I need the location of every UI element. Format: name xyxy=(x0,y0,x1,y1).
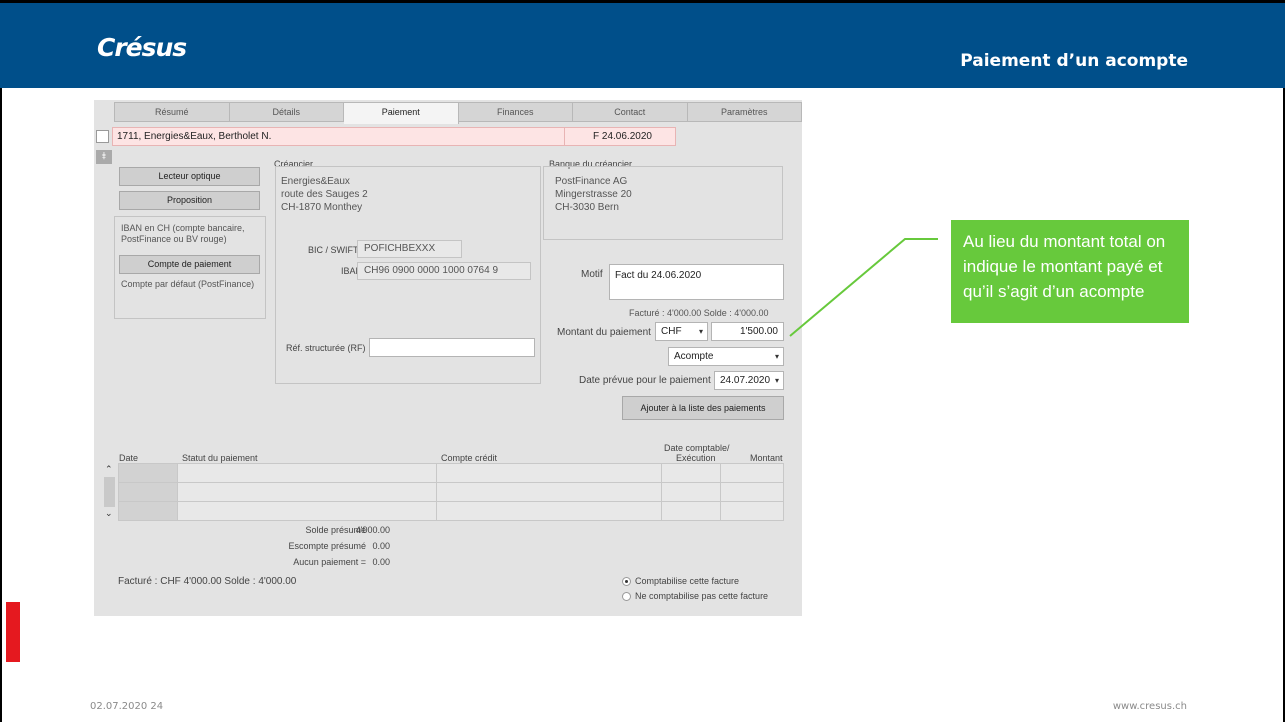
tab-contact[interactable]: Contact xyxy=(573,102,688,122)
header-bar: Crésus Paiement d’un acompte xyxy=(0,0,1285,88)
radio-comptabilise[interactable] xyxy=(622,577,631,586)
bank-line1: PostFinance AG xyxy=(555,176,628,187)
table-row-cell[interactable] xyxy=(720,501,784,521)
chevron-down-icon[interactable]: ⌄ xyxy=(105,508,113,519)
lecteur-optique-button[interactable]: Lecteur optique xyxy=(119,167,260,186)
col-amount: Montant xyxy=(750,453,783,463)
col-account: Compte crédit xyxy=(441,453,498,463)
table-row-cell[interactable] xyxy=(177,482,437,502)
chevron-down-icon: ▾ xyxy=(774,352,779,361)
summary-value-1: 4'000.00 xyxy=(355,525,390,535)
payment-type-value: Acompte xyxy=(674,351,714,362)
radio-comptabilise-label[interactable]: Comptabilise cette facture xyxy=(635,576,739,586)
proposition-button[interactable]: Proposition xyxy=(119,191,260,210)
callout-line3: qu’il s’agit d’un acompte xyxy=(963,282,1145,301)
summary-value-2: 0.00 xyxy=(372,541,390,551)
creditor-line1: Energies&Eaux xyxy=(281,176,350,187)
footer-date-page: 02.07.2020 24 xyxy=(90,701,164,712)
table-row-cell[interactable] xyxy=(661,463,721,483)
creditor-line2: route des Sauges 2 xyxy=(281,189,368,200)
currency-select[interactable]: CHF ▾ xyxy=(655,322,708,341)
connector-line xyxy=(789,238,938,337)
callout-connector xyxy=(789,238,938,337)
payment-type-select[interactable]: Acompte ▾ xyxy=(668,347,784,366)
footer-website: www.cresus.ch xyxy=(1112,701,1187,712)
chevron-down-icon: ▾ xyxy=(698,327,703,336)
callout-line1: Au lieu du montant total on xyxy=(963,232,1166,251)
tab-resume[interactable]: Résumé xyxy=(114,102,230,122)
app-window: Résumé Détails Paiement Finances Contact… xyxy=(94,100,802,616)
col-date: Date xyxy=(119,453,139,463)
date-label: Date prévue pour le paiement xyxy=(579,375,711,386)
summary-value-3: 0.00 xyxy=(372,557,390,567)
bic-field[interactable]: POFICHBEXXX xyxy=(357,240,462,258)
table-row-cell[interactable] xyxy=(118,501,178,521)
motif-input[interactable]: Fact du 24.06.2020 xyxy=(609,264,784,300)
amount-input[interactable]: 1'500.00 xyxy=(711,322,784,341)
callout-line2: indique le montant payé et xyxy=(963,257,1163,276)
default-account-label: Compte par défaut (PostFinance) xyxy=(121,279,255,289)
amount-label: Montant du paiement xyxy=(557,327,651,338)
scrollbar-thumb[interactable] xyxy=(104,477,115,507)
cresus-logo: Crésus xyxy=(97,33,187,62)
iban-info-line2: PostFinance ou BV rouge) xyxy=(121,234,227,244)
chevron-down-icon: ▾ xyxy=(774,376,779,385)
radio-ne-comptabilise-pas[interactable] xyxy=(622,592,631,601)
record-invoice[interactable]: F 24.06.2020 xyxy=(564,127,676,146)
filter-icon[interactable]: ⯒ xyxy=(96,150,112,164)
creditor-line3: CH-1870 Monthey xyxy=(281,202,363,213)
currency-value: CHF xyxy=(661,326,682,337)
ref-label: Réf. structurée (RF) xyxy=(286,343,366,353)
motif-label: Motif xyxy=(581,269,603,280)
add-payment-button[interactable]: Ajouter à la liste des paiements xyxy=(622,396,784,420)
payments-table xyxy=(118,463,784,521)
bic-label: BIC / SWIFT xyxy=(308,245,359,255)
table-row-cell[interactable] xyxy=(661,482,721,502)
tab-parametres[interactable]: Paramètres xyxy=(687,102,802,122)
record-title[interactable]: 1711, Energies&Eaux, Bertholet N. xyxy=(112,127,565,146)
tab-paiement[interactable]: Paiement xyxy=(344,102,459,124)
table-row-cell[interactable] xyxy=(118,463,178,483)
radio-ne-comptabilise-pas-label[interactable]: Ne comptabilise pas cette facture xyxy=(635,591,768,601)
record-row: 1711, Energies&Eaux, Bertholet N. F 24.0… xyxy=(94,127,676,146)
col-execution-bottom: Exécution xyxy=(676,453,716,463)
red-marker xyxy=(6,602,20,662)
table-row-cell[interactable] xyxy=(661,501,721,521)
tab-finances[interactable]: Finances xyxy=(458,102,573,122)
table-row-cell[interactable] xyxy=(720,463,784,483)
tab-bar: Résumé Détails Paiement Finances Contact… xyxy=(114,102,802,124)
record-checkbox[interactable] xyxy=(96,130,109,143)
table-scrollbar[interactable]: ⌃ ⌄ xyxy=(104,463,116,521)
table-row-cell[interactable] xyxy=(177,501,437,521)
iban-info-line1: IBAN en CH (compte bancaire, xyxy=(121,223,245,233)
bank-line3: CH-3030 Bern xyxy=(555,202,619,213)
ref-input[interactable] xyxy=(369,338,535,357)
table-row-cell[interactable] xyxy=(436,463,662,483)
compte-paiement-button[interactable]: Compte de paiement xyxy=(119,255,260,274)
creditor-box: Energies&Eaux route des Sauges 2 CH-1870… xyxy=(275,166,541,384)
table-row-cell[interactable] xyxy=(436,482,662,502)
table-row-cell[interactable] xyxy=(177,463,437,483)
callout-box: Au lieu du montant total on indique le m… xyxy=(951,220,1189,323)
date-value: 24.07.2020 xyxy=(720,375,771,386)
slide-title: Paiement d’un acompte xyxy=(960,51,1188,71)
table-row-cell[interactable] xyxy=(436,501,662,521)
invoiced-summary: Facturé : 4'000.00 Solde : 4'000.00 xyxy=(629,308,769,318)
invoice-footer-summary: Facturé : CHF 4'000.00 Solde : 4'000.00 xyxy=(118,576,297,587)
tab-details[interactable]: Détails xyxy=(229,102,344,122)
bank-line2: Mingerstrasse 20 xyxy=(555,189,632,200)
iban-info-box: IBAN en CH (compte bancaire, PostFinance… xyxy=(114,216,266,319)
col-execution-top: Date comptable/ xyxy=(664,443,730,453)
bank-box: PostFinance AG Mingerstrasse 20 CH-3030 … xyxy=(543,166,783,240)
table-row-cell[interactable] xyxy=(118,482,178,502)
chevron-up-icon[interactable]: ⌃ xyxy=(105,464,113,475)
iban-field[interactable]: CH96 0900 0000 1000 0764 9 xyxy=(357,262,531,280)
date-select[interactable]: 24.07.2020 ▾ xyxy=(714,371,784,390)
col-status: Statut du paiement xyxy=(182,453,258,463)
table-row-cell[interactable] xyxy=(720,482,784,502)
